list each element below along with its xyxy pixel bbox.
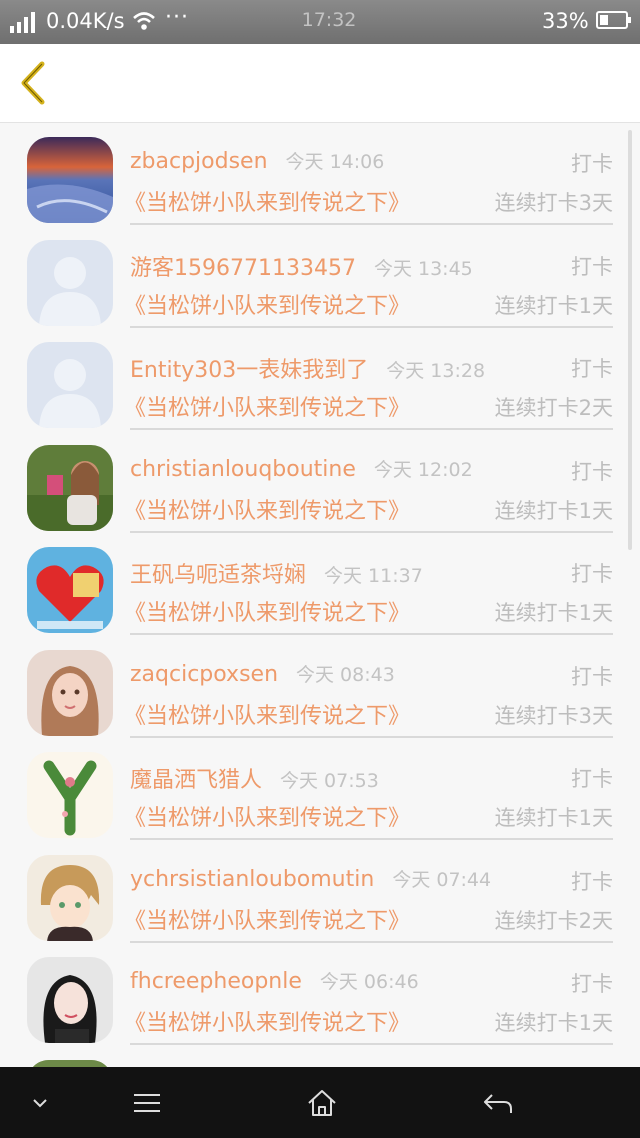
username[interactable]: 游客1596771133457 <box>130 256 356 281</box>
checkin-list[interactable]: zbacpjodsen 今天 14:06 打卡 《当松饼小队来到传说之下》 连续打卡3天… <box>0 123 640 1067</box>
list-item[interactable] <box>0 1053 640 1068</box>
book-title[interactable]: 《当松饼小队来到传说之下》 <box>124 1005 410 1037</box>
item-content: zbacpjodsen 今天 14:06 打卡《当松饼小队来到传说之下》 连续打卡3天 <box>124 130 613 225</box>
action-label: 打卡 <box>571 562 613 586</box>
user-line: Entity303一表妹我到了 今天 13:28 <box>130 352 485 384</box>
streak-count: 连续打卡1天 <box>494 293 613 318</box>
user-line: 游客1596771133457 今天 13:45 <box>130 250 473 282</box>
item-content: Entity303一表妹我到了 今天 13:28 打卡《当松饼小队来到传说之下》 连续… <box>124 335 613 430</box>
book-title[interactable]: 《当松饼小队来到传说之下》 <box>124 698 410 730</box>
list-item[interactable]: christianlouqboutine 今天 12:02 打卡《当松饼小队来到传说… <box>0 438 640 541</box>
list-item[interactable]: 游客1596771133457 今天 13:45 打卡《当松饼小队来到传说之下》 连续… <box>0 233 640 336</box>
user-line: 王矾乌呃适茶埒娴 今天 11:37 <box>130 557 423 589</box>
avatar[interactable] <box>27 137 113 223</box>
avatar[interactable] <box>27 854 113 941</box>
timestamp: 今天 12:02 <box>373 458 473 481</box>
timestamp: 今天 11:37 <box>324 565 423 587</box>
avatar[interactable] <box>27 444 113 531</box>
item-content <box>130 1053 613 1068</box>
timestamp: 今天 13:28 <box>386 360 486 382</box>
streak-count: 连续打卡2天 <box>494 396 613 420</box>
menu-icon[interactable] <box>107 1067 187 1138</box>
timestamp: 今天 07:44 <box>392 868 492 891</box>
item-content: zaqcicpoxsen 今天 08:43 打卡《当松饼小队来到传说之下》 连续打卡3… <box>124 643 613 738</box>
item-content: 游客1596771133457 今天 13:45 打卡《当松饼小队来到传说之下》 连续… <box>124 233 613 328</box>
user-line: zbacpjodsen 今天 14:06 <box>130 147 384 174</box>
action-label: 打卡 <box>571 459 613 484</box>
timestamp: 今天 13:45 <box>373 257 473 280</box>
timestamp: 今天 14:06 <box>285 151 385 173</box>
action-label: 打卡 <box>571 767 613 791</box>
action-label: 打卡 <box>571 869 613 894</box>
streak-count: 连续打卡3天 <box>494 703 613 728</box>
action-label: 打卡 <box>571 254 613 279</box>
avatar[interactable] <box>27 239 113 326</box>
username[interactable]: Entity303一表妹我到了 <box>130 358 368 383</box>
book-title[interactable]: 《当松饼小队来到传说之下》 <box>124 595 410 627</box>
list-item[interactable]: ychrsistianloubomutin 今天 07:44 打卡《当松饼小队来到传… <box>0 848 640 951</box>
username[interactable]: ychrsistianloubomutin <box>130 867 374 892</box>
list-item[interactable]: fhcreepheopnle 今天 06:46 打卡《当松饼小队来到传说之下》 连续打… <box>0 950 640 1053</box>
book-title[interactable]: 《当松饼小队来到传说之下》 <box>124 185 410 217</box>
item-content: fhcreepheopnle 今天 06:46 打卡《当松饼小队来到传说之下》 连续打… <box>124 950 613 1045</box>
streak-count: 连续打卡1天 <box>494 601 613 625</box>
username[interactable]: zaqcicpoxsen <box>130 662 278 687</box>
item-content: 王矾乌呃适茶埒娴 今天 11:37 打卡《当松饼小队来到传说之下》 连续打卡1天 <box>124 540 613 635</box>
user-line: ychrsistianloubomutin 今天 07:44 <box>130 865 491 892</box>
item-content: ychrsistianloubomutin 今天 07:44 打卡《当松饼小队来到传… <box>124 848 613 943</box>
back-arrow-icon[interactable] <box>458 1067 538 1138</box>
book-title[interactable]: 《当松饼小队来到传说之下》 <box>124 288 410 320</box>
username[interactable]: zbacpjodsen <box>130 149 268 174</box>
username[interactable]: 王矾乌呃适茶埒娴 <box>130 563 306 588</box>
user-line: zaqcicpoxsen 今天 08:43 <box>130 660 395 687</box>
avatar[interactable] <box>27 342 113 428</box>
status-bar: 0.04K/s ··· 17:32 33% <box>0 0 640 44</box>
user-line: fhcreepheopnle 今天 06:46 <box>130 967 419 994</box>
list-item[interactable]: Entity303一表妹我到了 今天 13:28 打卡《当松饼小队来到传说之下》 连续… <box>0 335 640 438</box>
streak-count: 连续打卡3天 <box>494 191 613 215</box>
navigation-bar <box>0 1067 640 1138</box>
avatar[interactable] <box>27 957 113 1043</box>
avatar[interactable] <box>27 1059 113 1067</box>
home-icon[interactable] <box>282 1067 362 1138</box>
action-label: 打卡 <box>571 152 613 176</box>
item-content: christianlouqboutine 今天 12:02 打卡《当松饼小队来到传说… <box>124 438 613 533</box>
streak-count: 连续打卡1天 <box>494 498 613 523</box>
timestamp: 今天 08:43 <box>296 663 395 686</box>
timestamp: 今天 06:46 <box>319 971 419 993</box>
list-item[interactable]: zbacpjodsen 今天 14:06 打卡《当松饼小队来到传说之下》 连续打卡3天 <box>0 130 640 233</box>
streak-count: 连续打卡2天 <box>494 908 613 933</box>
action-label: 打卡 <box>571 357 613 381</box>
battery-percent: 33% <box>542 9 589 33</box>
timestamp: 今天 07:53 <box>280 770 379 792</box>
book-title[interactable]: 《当松饼小队来到传说之下》 <box>124 493 410 525</box>
action-label: 打卡 <box>571 972 613 996</box>
list-item[interactable]: 王矾乌呃适茶埒娴 今天 11:37 打卡《当松饼小队来到传说之下》 连续打卡1天 <box>0 540 640 643</box>
user-line: christianlouqboutine 今天 12:02 <box>130 455 473 482</box>
user-line: 魔晶洒飞猎人 今天 07:53 <box>130 762 379 794</box>
book-title[interactable]: 《当松饼小队来到传说之下》 <box>124 390 410 422</box>
header <box>0 44 640 123</box>
chevron-down-icon[interactable] <box>0 1067 80 1138</box>
scrollbar[interactable] <box>628 130 632 550</box>
username[interactable]: 魔晶洒飞猎人 <box>130 768 262 793</box>
battery-icon <box>596 11 631 29</box>
action-label: 打卡 <box>571 664 613 689</box>
book-title[interactable]: 《当松饼小队来到传说之下》 <box>124 903 410 935</box>
avatar[interactable] <box>27 752 113 838</box>
back-chevron-icon[interactable] <box>14 58 54 108</box>
list-item[interactable]: 魔晶洒飞猎人 今天 07:53 打卡《当松饼小队来到传说之下》 连续打卡1天 <box>0 745 640 848</box>
username[interactable]: fhcreepheopnle <box>130 969 302 994</box>
avatar[interactable] <box>27 547 113 633</box>
username[interactable]: christianlouqboutine <box>130 457 356 482</box>
streak-count: 连续打卡1天 <box>494 1011 613 1035</box>
book-title[interactable]: 《当松饼小队来到传说之下》 <box>124 800 410 832</box>
item-content: 魔晶洒飞猎人 今天 07:53 打卡《当松饼小队来到传说之下》 连续打卡1天 <box>124 745 613 840</box>
streak-count: 连续打卡1天 <box>494 806 613 830</box>
list-item[interactable]: zaqcicpoxsen 今天 08:43 打卡《当松饼小队来到传说之下》 连续打卡3… <box>0 643 640 746</box>
avatar[interactable] <box>27 649 113 736</box>
